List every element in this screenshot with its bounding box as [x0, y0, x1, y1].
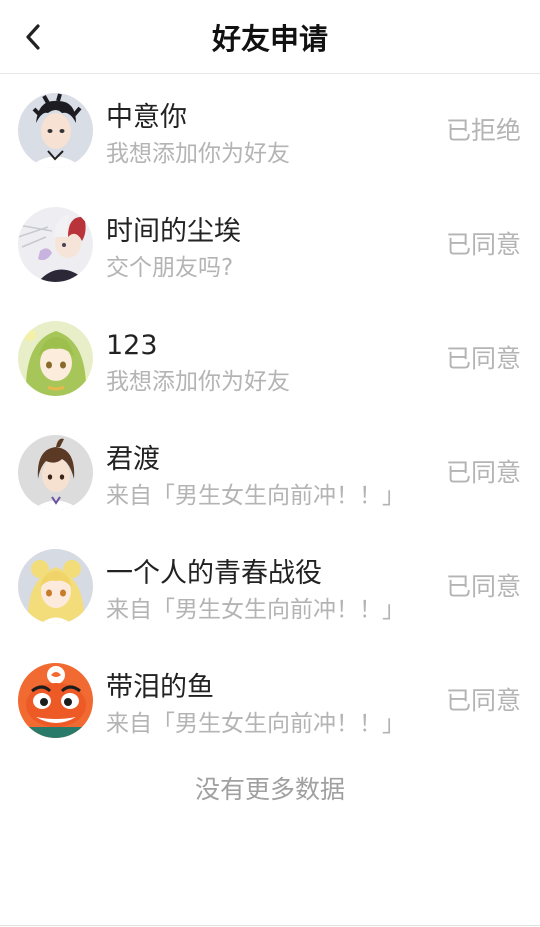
avatar[interactable] [18, 435, 93, 510]
request-message: 我想添加你为好友 [106, 369, 290, 395]
requester-name: 时间的尘埃 [106, 216, 241, 247]
friend-request-item[interactable]: 123 我想添加你为好友 已同意 [0, 302, 540, 416]
friend-request-item[interactable]: 时间的尘埃 交个朋友吗? 已同意 [0, 188, 540, 302]
request-status: 已拒绝 [445, 116, 521, 145]
request-message: 我想添加你为好友 [106, 141, 290, 167]
friend-request-item[interactable]: 一个人的青春战役 来自「男生女生向前冲！！」 已同意 [0, 530, 540, 644]
friend-request-item[interactable]: 带泪的鱼 来自「男生女生向前冲！！」 已同意 [0, 644, 540, 758]
request-status: 已同意 [445, 686, 521, 715]
requester-name: 123 [106, 330, 158, 361]
friend-request-list: 中意你 我想添加你为好友 已拒绝 时间的尘埃 交个朋友吗? 已同意 123 我想… [0, 74, 540, 758]
request-message: 来自「男生女生向前冲！！」 [106, 483, 405, 509]
request-status: 已同意 [445, 572, 521, 601]
avatar[interactable] [18, 207, 93, 282]
requester-name: 中意你 [106, 102, 187, 133]
page-title: 好友申请 [211, 22, 328, 56]
friend-request-item[interactable]: 君渡 来自「男生女生向前冲！！」 已同意 [0, 416, 540, 530]
request-status: 已同意 [445, 230, 521, 259]
requester-name: 一个人的青春战役 [106, 558, 322, 589]
request-message: 来自「男生女生向前冲！！」 [106, 711, 405, 737]
avatar[interactable] [18, 549, 93, 624]
request-status: 已同意 [445, 344, 521, 373]
requester-name: 君渡 [106, 444, 160, 475]
friend-request-item[interactable]: 中意你 我想添加你为好友 已拒绝 [0, 74, 540, 188]
avatar[interactable] [18, 321, 93, 396]
avatar[interactable] [18, 93, 93, 168]
no-more-data-label: 没有更多数据 [194, 775, 345, 804]
requester-name: 带泪的鱼 [106, 672, 214, 703]
request-message: 交个朋友吗? [106, 255, 234, 281]
bottom-divider [0, 925, 540, 926]
request-message: 来自「男生女生向前冲！！」 [106, 597, 405, 623]
request-status: 已同意 [445, 458, 521, 487]
avatar[interactable] [18, 663, 93, 738]
top-app-bar: 好友申请 [0, 0, 540, 74]
